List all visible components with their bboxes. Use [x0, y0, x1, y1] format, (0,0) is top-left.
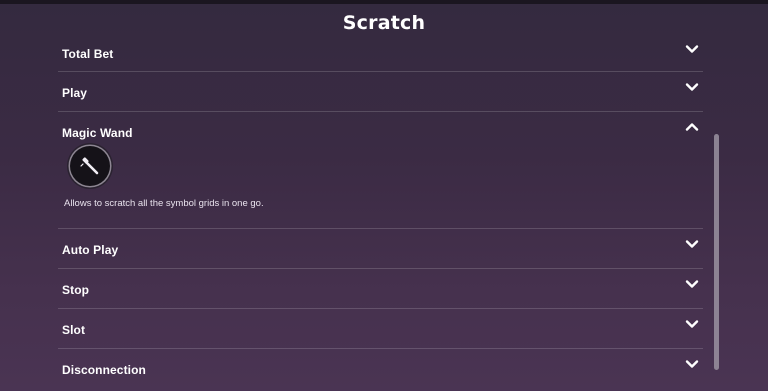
- magic-wand-icon: [70, 146, 110, 186]
- chevron-down-icon[interactable]: [685, 42, 699, 56]
- chevron-up-icon[interactable]: [685, 120, 699, 134]
- accordion-item-label: Slot: [62, 323, 86, 337]
- scrollbar-thumb[interactable]: [714, 134, 719, 370]
- chevron-down-icon[interactable]: [685, 357, 699, 371]
- accordion-item-magic-wand[interactable]: Magic Wand Allows to scratch all the sym…: [58, 112, 703, 229]
- accordion-item-label: Auto Play: [62, 243, 119, 257]
- page-title: Scratch: [342, 12, 426, 34]
- chevron-down-icon[interactable]: [685, 317, 699, 331]
- accordion-item-label: Magic Wand: [62, 126, 133, 140]
- accordion-item-label: Play: [62, 86, 88, 100]
- chevron-down-icon[interactable]: [685, 277, 699, 291]
- accordion-item-play[interactable]: Play: [58, 72, 703, 112]
- magic-wand-description: Allows to scratch all the symbol grids i…: [64, 198, 264, 209]
- accordion-item-label: Stop: [62, 283, 90, 297]
- accordion-item-slot[interactable]: Slot: [58, 309, 703, 349]
- accordion-item-auto-play[interactable]: Auto Play: [58, 229, 703, 269]
- accordion-item-stop[interactable]: Stop: [58, 269, 703, 309]
- accordion-item-total-bet[interactable]: Total Bet: [58, 33, 703, 72]
- accordion-item-label: Disconnection: [62, 363, 146, 377]
- help-accordion: Total Bet Play Magic Wand Allows to scra…: [58, 33, 703, 389]
- accordion-item-disconnection[interactable]: Disconnection: [58, 349, 703, 389]
- accordion-item-label: Total Bet: [62, 47, 114, 61]
- top-bar: [0, 0, 768, 4]
- chevron-down-icon[interactable]: [685, 80, 699, 94]
- chevron-down-icon[interactable]: [685, 237, 699, 251]
